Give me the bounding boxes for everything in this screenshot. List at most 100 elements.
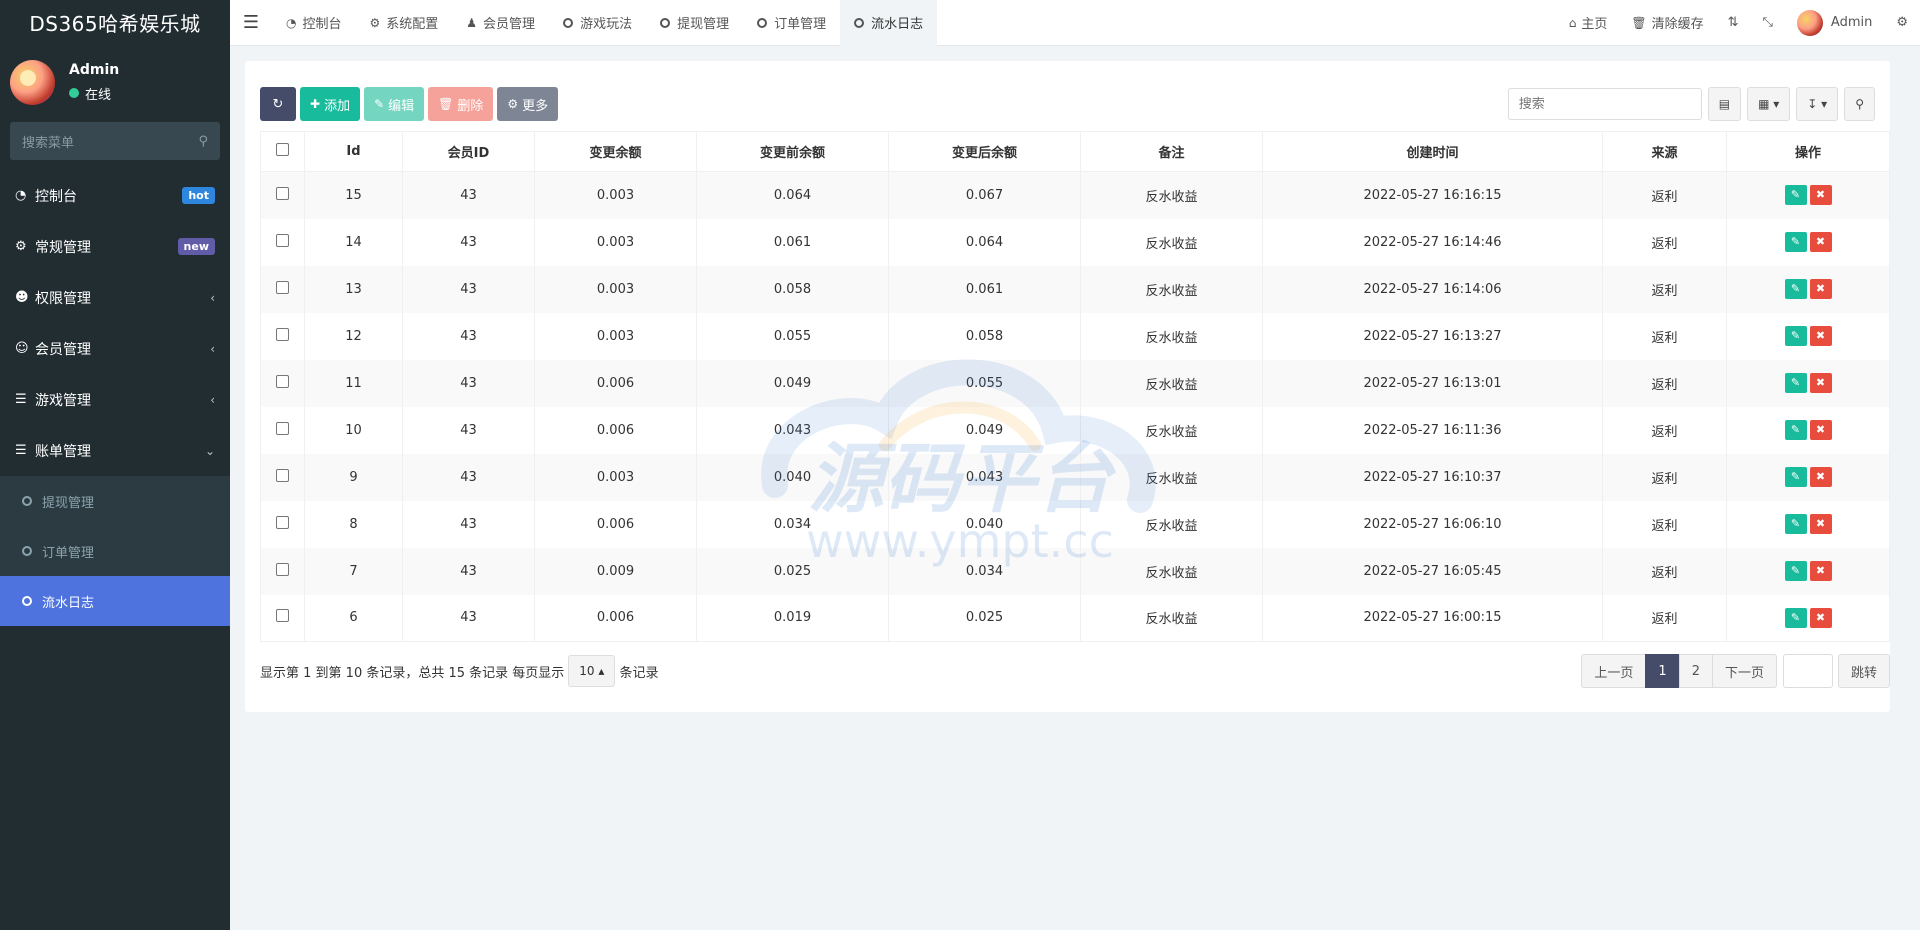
toggle-view-button[interactable]: ▤	[1707, 87, 1742, 121]
pencil-icon[interactable]: ✎	[1784, 373, 1807, 393]
row-checkbox[interactable]	[276, 515, 289, 529]
pencil-icon[interactable]: ✎	[1784, 420, 1807, 440]
row-checkbox[interactable]	[276, 374, 289, 388]
table-row[interactable]: 7 43 0.009 0.025 0.034 反水收益 2022-05-27 16:05:4…	[260, 547, 1890, 595]
translate-icon[interactable]: ⇅	[1716, 0, 1751, 46]
advanced-search-button[interactable]: ⚲	[1844, 87, 1875, 121]
trash-icon[interactable]: ✖	[1809, 561, 1832, 581]
sidebar-item-games[interactable]: ☰ 游戏管理 ‹	[0, 374, 230, 425]
sidebar-item-withdrawals[interactable]: 提现管理	[0, 476, 230, 526]
source-link[interactable]: 返利	[1602, 312, 1727, 360]
trash-icon[interactable]: ✖	[1809, 467, 1832, 487]
trash-icon[interactable]: ✖	[1809, 514, 1832, 534]
trash-icon[interactable]: ✖	[1809, 326, 1832, 346]
trash-icon[interactable]: ✖	[1809, 232, 1832, 252]
column-header[interactable]: 创建时间	[1262, 131, 1603, 172]
column-header[interactable]: 变更余额	[534, 131, 697, 172]
source-link[interactable]: 返利	[1602, 500, 1727, 548]
export-button[interactable]: ↧ ▾	[1796, 87, 1839, 121]
row-checkbox[interactable]	[276, 421, 289, 435]
fullscreen-icon[interactable]: ⤡	[1751, 0, 1785, 46]
pencil-icon[interactable]: ✎	[1784, 279, 1807, 299]
table-row[interactable]: 8 43 0.006 0.034 0.040 反水收益 2022-05-27 16:06:1…	[260, 500, 1890, 548]
delete-button[interactable]: 🗑 删除	[428, 87, 494, 121]
table-row[interactable]: 9 43 0.003 0.040 0.043 反水收益 2022-05-27 16:10:3…	[260, 453, 1890, 501]
column-header[interactable]: 会员ID	[402, 131, 535, 172]
pencil-icon[interactable]: ✎	[1784, 326, 1807, 346]
column-header[interactable]: 变更后余额	[888, 131, 1081, 172]
refresh-button[interactable]: ↻	[260, 87, 296, 121]
source-link[interactable]: 返利	[1602, 171, 1727, 219]
search-icon[interactable]: ⚲	[198, 134, 208, 149]
trash-icon[interactable]: ✖	[1809, 607, 1832, 628]
trash-icon[interactable]: ✖	[1809, 185, 1832, 206]
pencil-icon[interactable]: ✎	[1784, 607, 1807, 628]
tab-flow-log[interactable]: 流水日志	[840, 0, 938, 46]
column-header[interactable]: 来源	[1602, 131, 1727, 172]
sidebar-item-flow-log[interactable]: 流水日志	[0, 576, 230, 626]
source-link[interactable]: 返利	[1602, 218, 1727, 266]
prev-page-button[interactable]: 上一页	[1581, 654, 1647, 688]
trash-icon[interactable]: ✖	[1809, 373, 1832, 393]
row-checkbox[interactable]	[276, 468, 289, 482]
source-link[interactable]: 返利	[1602, 547, 1727, 595]
jump-page-input[interactable]	[1782, 654, 1833, 688]
column-header[interactable]: 变更前余额	[696, 131, 889, 172]
columns-button[interactable]: ▦ ▾	[1747, 87, 1791, 121]
tab-system-config[interactable]: ⚙ 系统配置	[356, 0, 453, 46]
pencil-icon[interactable]: ✎	[1784, 514, 1807, 534]
admin-menu[interactable]: Admin	[1785, 0, 1884, 46]
source-link[interactable]: 返利	[1602, 594, 1727, 642]
next-page-button[interactable]: 下一页	[1711, 654, 1777, 688]
source-link[interactable]: 返利	[1602, 359, 1727, 407]
sidebar-item-general[interactable]: ⚙ 常规管理 new	[0, 221, 230, 272]
edit-button[interactable]: ✎ 编辑	[364, 87, 425, 121]
sidebar-search-input[interactable]: 搜索菜单 ⚲	[10, 122, 220, 160]
row-checkbox[interactable]	[276, 327, 289, 341]
source-link[interactable]: 返利	[1602, 265, 1727, 313]
row-checkbox[interactable]	[276, 233, 289, 247]
source-link[interactable]: 返利	[1602, 406, 1727, 454]
select-all-checkbox[interactable]	[276, 143, 289, 156]
tab-orders[interactable]: 订单管理	[743, 0, 840, 46]
table-row[interactable]: 6 43 0.006 0.019 0.025 反水收益 2022-05-27 16:00:1…	[260, 594, 1890, 642]
page-button-2[interactable]: 2	[1678, 654, 1713, 688]
page-size-select[interactable]: 10 ▴	[568, 655, 616, 687]
source-link[interactable]: 返利	[1602, 453, 1727, 501]
tab-withdrawals[interactable]: 提现管理	[646, 0, 743, 46]
row-checkbox[interactable]	[276, 186, 289, 200]
pencil-icon[interactable]: ✎	[1784, 561, 1807, 581]
menu-toggle-icon[interactable]: ☰	[230, 0, 272, 46]
row-checkbox[interactable]	[276, 280, 289, 294]
tab-game-rules[interactable]: 游戏玩法	[549, 0, 646, 46]
page-button-1[interactable]: 1	[1645, 654, 1680, 688]
clear-cache-button[interactable]: 🗑 清除缓存	[1619, 0, 1715, 46]
table-row[interactable]: 12 43 0.003 0.055 0.058 反水收益 2022-05-27 16:13:…	[260, 312, 1890, 360]
sidebar-item-members[interactable]: ☺ 会员管理 ‹	[0, 323, 230, 374]
sidebar-item-permissions[interactable]: ☻ 权限管理 ‹	[0, 272, 230, 323]
row-checkbox[interactable]	[276, 562, 289, 576]
table-row[interactable]: 11 43 0.006 0.049 0.055 反水收益 2022-05-27 16:13:…	[260, 359, 1890, 407]
pencil-icon[interactable]: ✎	[1784, 467, 1807, 487]
table-row[interactable]: 13 43 0.003 0.058 0.061 反水收益 2022-05-27 16:14:…	[260, 265, 1890, 313]
more-button[interactable]: ⚙ 更多	[497, 87, 559, 121]
column-header[interactable]: Id	[304, 131, 403, 172]
column-header[interactable]: 备注	[1080, 131, 1263, 172]
row-checkbox[interactable]	[276, 609, 289, 623]
tab-dashboard[interactable]: ◔ 控制台	[272, 0, 356, 46]
table-search-input[interactable]	[1507, 88, 1702, 120]
table-row[interactable]: 14 43 0.003 0.061 0.064 反水收益 2022-05-27 16:14:…	[260, 218, 1890, 266]
sidebar-item-dashboard[interactable]: ◔ 控制台 hot	[0, 170, 230, 221]
trash-icon[interactable]: ✖	[1809, 420, 1832, 440]
tab-members[interactable]: ♟ 会员管理	[452, 0, 549, 46]
pencil-icon[interactable]: ✎	[1784, 232, 1807, 252]
trash-icon[interactable]: ✖	[1809, 279, 1832, 299]
table-row[interactable]: 15 43 0.003 0.064 0.067 反水收益 2022-05-27 16:16:…	[260, 171, 1890, 219]
table-row[interactable]: 10 43 0.006 0.043 0.049 反水收益 2022-05-27 16:11:…	[260, 406, 1890, 454]
jump-button[interactable]: 跳转	[1837, 654, 1890, 688]
add-button[interactable]: ✚ 添加	[300, 87, 361, 121]
brand-title[interactable]: DS365哈希娱乐城	[0, 0, 230, 44]
sidebar-item-billing[interactable]: ☰ 账单管理 ⌄	[0, 425, 230, 476]
settings-icon[interactable]: ⚙	[1884, 0, 1920, 46]
sidebar-item-orders[interactable]: 订单管理	[0, 526, 230, 576]
